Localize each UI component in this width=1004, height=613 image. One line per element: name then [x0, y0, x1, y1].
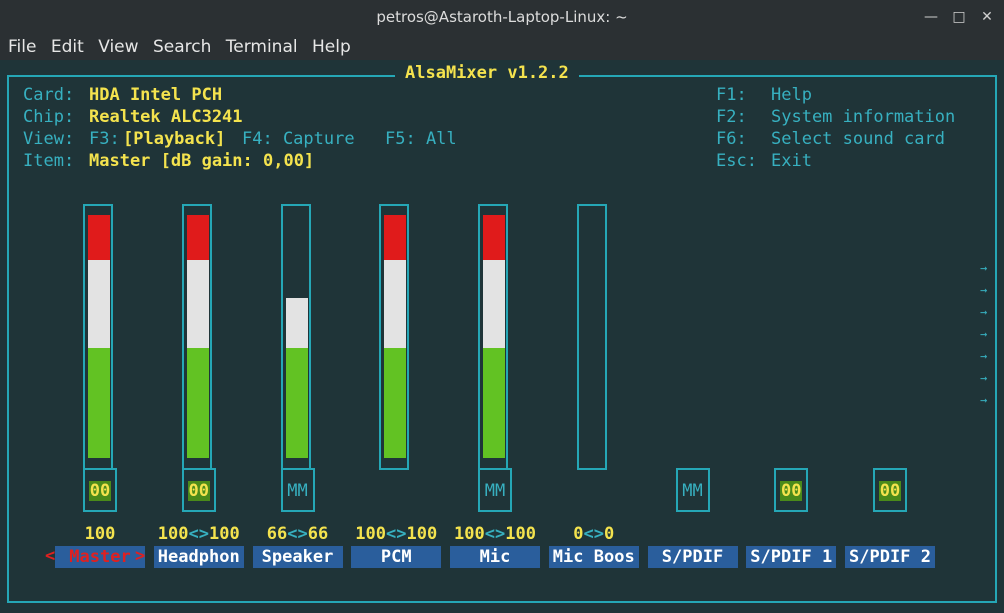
menu-help[interactable]: Help — [304, 34, 351, 57]
volume-separator: <> — [484, 524, 506, 544]
level-white-segment — [88, 260, 110, 348]
view-f3: F3: — [89, 129, 120, 149]
volume-right: 0 — [603, 524, 615, 544]
volume-left: 100 — [355, 524, 386, 544]
key-f6-action: Select sound card — [771, 129, 945, 149]
channel-label-mic[interactable]: Mic — [450, 546, 540, 568]
close-button[interactable]: ✕ — [978, 8, 996, 26]
unmuted-indicator: 00 — [878, 481, 902, 501]
volume-left: 100 — [454, 524, 485, 544]
menu-search[interactable]: Search — [145, 34, 211, 57]
level-green-segment — [384, 348, 407, 458]
volume-separator: <> — [188, 524, 209, 544]
mute-switch[interactable]: 00 — [83, 468, 117, 512]
item-value: Master [dB gain: 0,00] — [89, 151, 315, 171]
menu-edit[interactable]: Edit — [43, 34, 84, 57]
level-white-segment — [384, 260, 407, 348]
level-green-segment — [285, 348, 308, 458]
muted-indicator: MM — [484, 481, 506, 501]
channel-label-s-pdif-1[interactable]: S/PDIF 1 — [746, 546, 837, 568]
level-red-segment — [384, 215, 407, 260]
menubar: File Edit View Search Terminal Help — [0, 34, 1004, 60]
level-white-segment — [483, 260, 505, 348]
view-label: View: — [23, 129, 75, 149]
volume-left: 100 — [84, 524, 116, 544]
volume-right: 100 — [406, 524, 438, 544]
level-red-segment — [88, 215, 110, 260]
key-f2: F2: — [716, 107, 747, 127]
mute-switch[interactable]: MM — [478, 468, 512, 512]
key-f2-action: System information — [771, 107, 956, 127]
scroll-right-arrow-icon: → — [980, 371, 988, 385]
volume-value: 0<>0 — [534, 524, 654, 544]
window-title: petros@Astaroth-Laptop-Linux: ~ — [376, 8, 628, 26]
terminal-area[interactable]: AlsaMixer v1.2.2 Card: HDA Intel PCH Chi… — [0, 60, 1004, 613]
card-value: HDA Intel PCH — [89, 85, 223, 105]
level-red-segment — [186, 215, 209, 260]
chip-label: Chip: — [23, 107, 75, 127]
card-label: Card: — [23, 85, 75, 105]
channel-label-master[interactable]: Master — [55, 546, 145, 568]
mute-switch[interactable]: 00 — [873, 468, 907, 512]
mute-switch[interactable]: MM — [280, 468, 315, 512]
key-esc: Esc: — [716, 151, 757, 171]
mute-switch[interactable]: 00 — [181, 468, 216, 512]
channel-label-pcm[interactable]: PCM — [351, 546, 442, 568]
scroll-right-arrow-icon: → — [980, 349, 988, 363]
view-playback[interactable]: [Playback] — [123, 129, 225, 149]
selected-marker-left: < — [45, 546, 56, 566]
view-f4[interactable]: F4: Capture — [242, 129, 355, 149]
muted-indicator: MM — [287, 481, 308, 501]
level-white-segment — [186, 260, 209, 348]
muted-indicator: MM — [682, 481, 703, 501]
menu-file[interactable]: File — [0, 34, 36, 57]
scroll-right-arrow-icon: → — [980, 261, 988, 275]
view-f5[interactable]: F5: All — [385, 129, 457, 149]
scroll-right-arrow-icon: → — [980, 393, 988, 407]
volume-separator: <> — [583, 524, 604, 544]
chip-value: Realtek ALC3241 — [89, 107, 243, 127]
scroll-right-arrow-icon: → — [980, 283, 988, 297]
app-title: AlsaMixer v1.2.2 — [395, 63, 579, 83]
mute-switch[interactable]: 00 — [774, 468, 809, 512]
channel-label-mic-boos[interactable]: Mic Boos — [548, 546, 639, 568]
scroll-right-arrow-icon: → — [980, 305, 988, 319]
channel-label-s-pdif-2[interactable]: S/PDIF 2 — [845, 546, 935, 568]
unmuted-indicator: 00 — [780, 481, 803, 501]
volume-right: 66 — [307, 524, 329, 544]
level-red-segment — [483, 215, 505, 260]
menu-terminal[interactable]: Terminal — [218, 34, 298, 57]
unmuted-indicator: 00 — [187, 481, 210, 501]
level-green-segment — [88, 348, 110, 458]
channel-label-headphon[interactable]: Headphon — [153, 546, 244, 568]
key-f1-action: Help — [771, 85, 812, 105]
channel-label-speaker[interactable]: Speaker — [252, 546, 343, 568]
volume-separator: <> — [386, 524, 407, 544]
level-green-segment — [186, 348, 209, 458]
channel-label-s-pdif[interactable]: S/PDIF — [647, 546, 738, 568]
mute-switch[interactable]: MM — [675, 468, 710, 512]
selected-marker-right: > — [135, 546, 146, 566]
volume-separator: <> — [287, 524, 308, 544]
volume-right: 100 — [208, 524, 240, 544]
unmuted-indicator: 00 — [88, 481, 112, 501]
volume-right: 100 — [505, 524, 536, 544]
level-green-segment — [483, 348, 505, 458]
key-f1: F1: — [716, 85, 747, 105]
minimize-button[interactable]: — — [922, 8, 940, 26]
volume-left: 0 — [573, 524, 584, 544]
key-f6: F6: — [716, 129, 747, 149]
volume-left: 100 — [157, 524, 189, 544]
item-label: Item: — [23, 151, 75, 171]
volume-left: 66 — [266, 524, 288, 544]
menu-view[interactable]: View — [90, 34, 138, 57]
maximize-button[interactable]: □ — [950, 8, 968, 26]
volume-bar[interactable] — [576, 204, 607, 470]
level-white-segment — [285, 297, 308, 348]
scroll-right-arrow-icon: → — [980, 327, 988, 341]
window-titlebar: petros@Astaroth-Laptop-Linux: ~ — □ ✕ — [0, 0, 1004, 34]
key-esc-action: Exit — [771, 151, 812, 171]
